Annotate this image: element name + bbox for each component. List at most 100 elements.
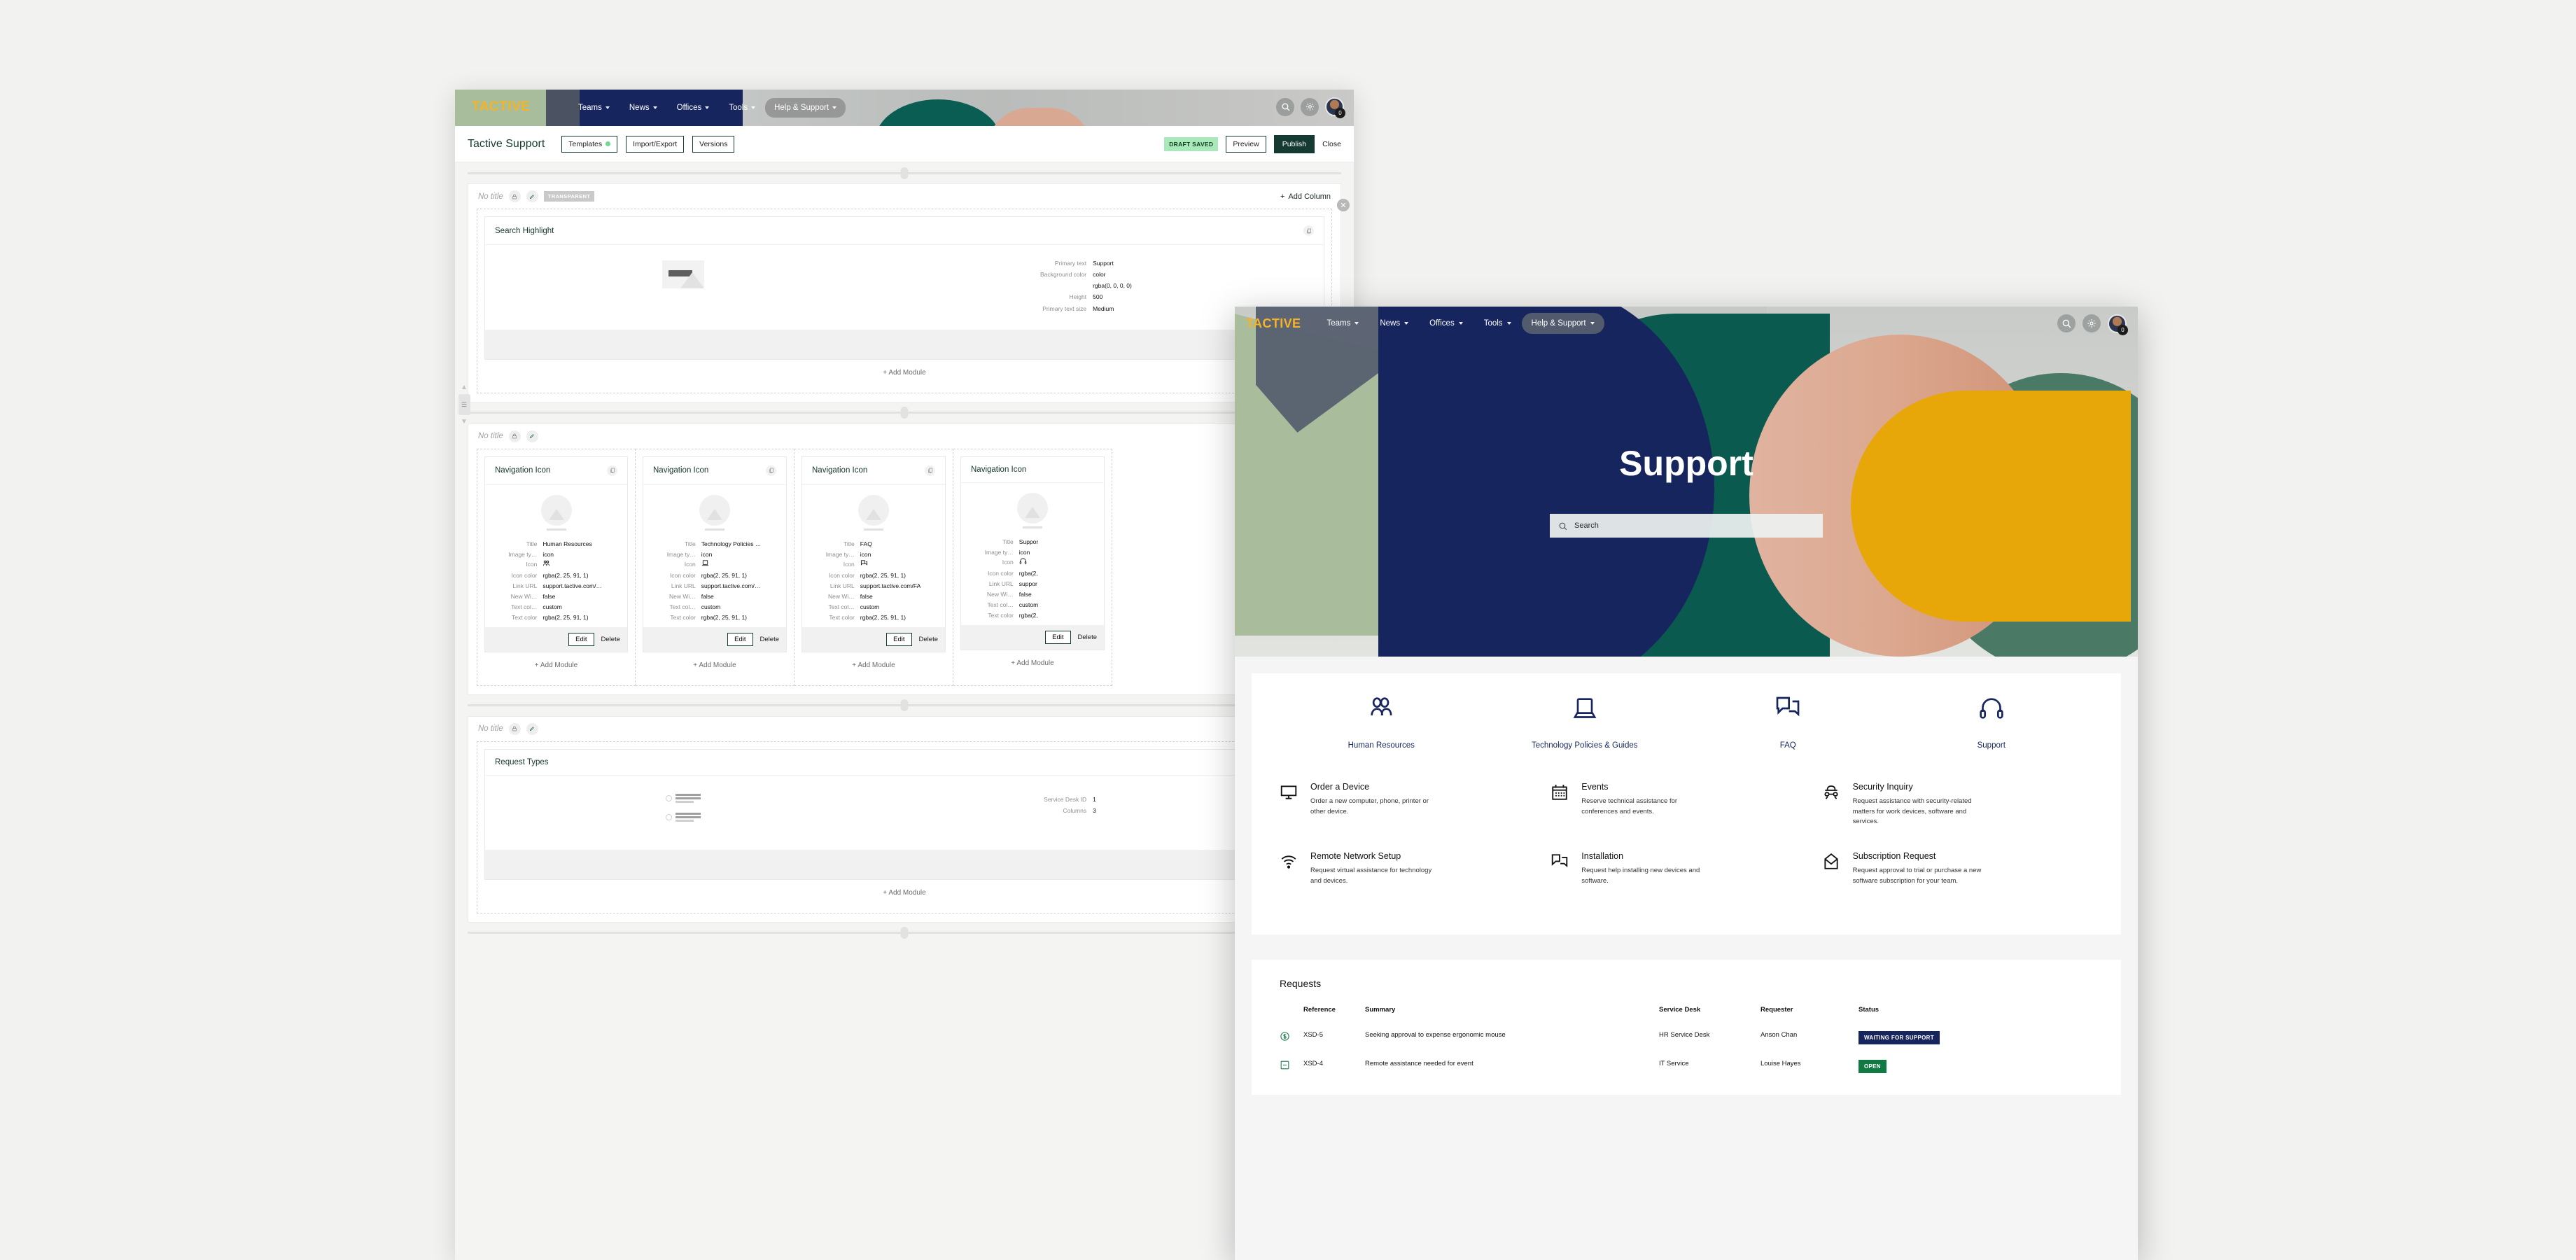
templates-button[interactable]: Templates — [561, 135, 618, 153]
copy-icon[interactable] — [1303, 225, 1314, 236]
add-module-button[interactable]: + Add Module — [484, 360, 1324, 386]
section-drag-rail-end[interactable] — [468, 923, 1341, 944]
section-drag-rail-bottom[interactable] — [468, 695, 1341, 716]
property-value: 1 — [1093, 795, 1096, 803]
nav-item-label: Help & Support — [774, 104, 830, 112]
section-reorder-rail[interactable]: ▲ ☰ ▼ — [458, 384, 470, 426]
hero-title: Support — [1619, 444, 1754, 483]
property-key: Background color — [1040, 271, 1087, 279]
section-drag-rail-mid[interactable] — [468, 402, 1341, 424]
publish-button[interactable]: Publish — [1273, 134, 1315, 153]
edit-pencil-icon[interactable] — [526, 722, 538, 735]
table-body: XSD-5 Seeking approval to expense ergono… — [1280, 1023, 2093, 1081]
search-input[interactable]: Search — [1550, 514, 1823, 538]
add-column-button[interactable]: + Add Column — [1280, 192, 1331, 201]
nav-icon-label: Human Resources — [1348, 741, 1415, 750]
edit-button[interactable]: Edit — [1045, 630, 1071, 644]
edit-button[interactable]: Edit — [886, 632, 912, 646]
drag-knob[interactable] — [900, 927, 909, 939]
drag-knob[interactable] — [900, 699, 909, 712]
request-type-security-inquiry[interactable]: Security Inquiry Request assistance with… — [1822, 782, 2093, 851]
preview-brand-logo[interactable]: TACTIVE — [1246, 316, 1301, 331]
module-navigation-icon[interactable]: Navigation Icon Title Suppor Image ty… ico… — [960, 456, 1105, 650]
close-button[interactable]: Close — [1322, 140, 1341, 148]
edit-pencil-icon[interactable] — [526, 190, 538, 202]
section-drag-rail-top[interactable] — [468, 162, 1341, 183]
request-type-installation[interactable]: Installation Request help installing new… — [1550, 851, 1821, 910]
editor-brand-logo[interactable]: TACTIVE — [472, 99, 530, 115]
search-icon[interactable] — [1276, 97, 1294, 116]
search-icon[interactable] — [2057, 314, 2076, 332]
gear-icon[interactable] — [1301, 97, 1319, 116]
add-module-button[interactable]: + Add Module — [484, 652, 628, 678]
nav-item-help-support[interactable]: Help & Support — [765, 98, 846, 118]
request-type-subscription-request[interactable]: Subscription Request Request approval to… — [1822, 851, 2093, 910]
nav-item-tools[interactable]: Tools — [719, 99, 765, 117]
add-module-button[interactable]: + Add Module — [484, 880, 1324, 906]
property-key: Link URL — [830, 582, 855, 590]
module-header: Request Types — [485, 750, 1324, 776]
module-request-types[interactable]: Request Types Service Desk ID 1 Columns … — [484, 748, 1324, 880]
copy-icon[interactable] — [766, 465, 776, 476]
copy-icon[interactable] — [607, 465, 617, 476]
preview-nav-item-news[interactable]: News — [1369, 319, 1419, 328]
module-navigation-icon[interactable]: Navigation Icon Title FAQ Image ty… icon I… — [802, 456, 946, 652]
nav-icon-faq[interactable]: FAQ — [1686, 694, 1890, 750]
copy-icon[interactable] — [925, 465, 935, 476]
versions-button[interactable]: Versions — [692, 135, 735, 153]
lock-icon[interactable] — [508, 190, 521, 202]
property-value: false — [1018, 591, 1032, 598]
preview-button[interactable]: Preview — [1226, 135, 1266, 153]
close-icon[interactable]: ✕ — [1337, 199, 1350, 211]
nav-item-offices[interactable]: Offices — [667, 99, 720, 117]
lock-icon[interactable] — [508, 430, 521, 442]
drag-handle-icon[interactable]: ☰ — [458, 394, 470, 415]
image-placeholder-icon — [1017, 492, 1048, 524]
add-module-button[interactable]: + Add Module — [643, 652, 787, 678]
module-navigation-icon[interactable]: Navigation Icon Title Technology Policies… — [643, 456, 787, 652]
property-row: Image ty… icon — [965, 547, 1100, 558]
property-key: New Wi… — [510, 593, 538, 601]
chevron-down-icon[interactable]: ▼ — [461, 418, 468, 426]
import-export-button[interactable]: Import/Export — [626, 135, 685, 153]
add-module-button[interactable]: + Add Module — [960, 650, 1105, 676]
add-module-button[interactable]: + Add Module — [802, 652, 946, 678]
preview-nav-item-teams[interactable]: Teams — [1316, 319, 1369, 328]
preview-nav-item-tools[interactable]: Tools — [1474, 319, 1522, 328]
property-value: rgba(2, 25, 91, 1) — [860, 613, 906, 621]
avatar[interactable]: 0 — [2108, 314, 2128, 335]
drag-knob[interactable] — [900, 167, 909, 179]
section-title-placeholder[interactable]: No title — [478, 432, 503, 440]
table-row[interactable]: XSD-4 Remote assistance needed for event… — [1280, 1052, 2093, 1081]
edit-pencil-icon[interactable] — [526, 430, 538, 442]
table-row[interactable]: XSD-5 Seeking approval to expense ergono… — [1280, 1023, 2093, 1052]
delete-button[interactable]: Delete — [919, 636, 938, 643]
request-type-events[interactable]: Events Reserve technical assistance for … — [1550, 782, 1821, 851]
property-row: New Wi… false — [806, 592, 941, 602]
edit-button[interactable]: Edit — [727, 632, 753, 646]
section-title-placeholder[interactable]: No title — [478, 192, 503, 201]
module-navigation-icon[interactable]: Navigation Icon Title Human Resources Ima… — [484, 456, 628, 652]
request-type-remote-network-setup[interactable]: Remote Network Setup Request virtual ass… — [1280, 851, 1550, 910]
preview-nav-item-help-support[interactable]: Help & Support — [1521, 313, 1604, 334]
nav-icon-technology-policies[interactable]: Technology Policies & Guides — [1483, 694, 1687, 750]
column-header-requester: Requester — [1760, 1005, 1793, 1014]
nav-icon-human-resources[interactable]: Human Resources — [1280, 694, 1483, 750]
delete-button[interactable]: Delete — [1078, 634, 1097, 641]
preview-nav-item-offices[interactable]: Offices — [1419, 319, 1474, 328]
edit-button[interactable]: Edit — [568, 632, 594, 646]
nav-item-news[interactable]: News — [620, 99, 667, 117]
section-title-placeholder[interactable]: No title — [478, 724, 503, 733]
lock-icon[interactable] — [508, 722, 521, 735]
chevron-up-icon[interactable]: ▲ — [461, 384, 468, 391]
gear-icon[interactable] — [2082, 314, 2101, 332]
property-row: Icon — [806, 559, 941, 570]
delete-button[interactable]: Delete — [760, 636, 779, 643]
drag-knob[interactable] — [900, 407, 909, 419]
nav-item-teams[interactable]: Teams — [568, 99, 620, 117]
delete-button[interactable]: Delete — [601, 636, 620, 643]
request-type-order-a-device[interactable]: Order a Device Order a new computer, pho… — [1280, 782, 1550, 851]
avatar[interactable]: 0 — [1325, 97, 1345, 118]
nav-icon-support[interactable]: Support — [1890, 694, 2094, 750]
module-search-highlight[interactable]: Search Highlight Primary text Support Ba… — [484, 216, 1324, 360]
